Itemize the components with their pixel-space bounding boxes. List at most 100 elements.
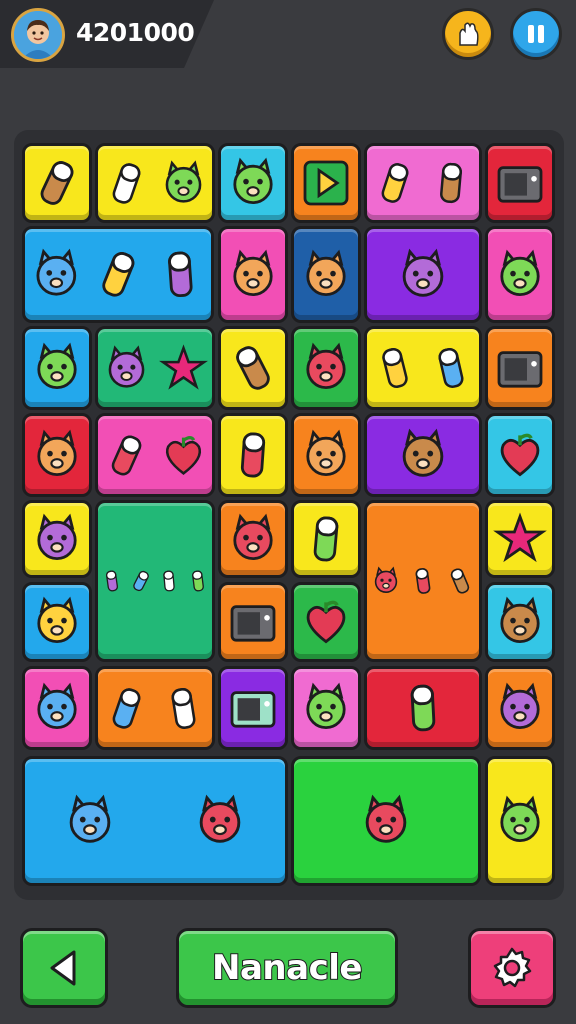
- tile-glove-ghost-yellow[interactable]: [95, 143, 215, 223]
- player-avatar[interactable]: [11, 8, 65, 62]
- lion-icon: [233, 513, 273, 560]
- tile-ghost-magenta[interactable]: [485, 226, 555, 323]
- puzzle-icon: [306, 429, 346, 476]
- glove-icon: [112, 162, 141, 204]
- tile-dog-blue[interactable]: [22, 326, 92, 410]
- tile-tools-teal[interactable]: [95, 500, 215, 662]
- bird-icon: [306, 249, 346, 296]
- octopus-icon: [233, 157, 273, 204]
- cactus-icon: [111, 435, 142, 475]
- tile-bottles-pink[interactable]: [364, 143, 482, 223]
- star-icon: [493, 512, 547, 563]
- skull-crossbones-icon: [402, 248, 444, 297]
- fork-icon: [101, 252, 135, 297]
- main-action-label: Nanacle: [211, 947, 363, 989]
- tile-icecream-red[interactable]: [364, 666, 482, 750]
- tile-pig-yellow[interactable]: [485, 756, 555, 886]
- tile-fish-purple[interactable]: [364, 413, 482, 497]
- tile-cat-tools-blue[interactable]: [22, 226, 214, 323]
- cat-icon: [37, 682, 77, 729]
- tile-goat-lime[interactable]: [291, 756, 481, 886]
- tile-pills-yellow[interactable]: [364, 326, 482, 410]
- avatar-icon: [14, 11, 62, 59]
- star-icon: [159, 343, 208, 390]
- tile-shapes-teal[interactable]: [95, 326, 215, 410]
- axe-icon: [163, 570, 175, 592]
- capsule-icon: [191, 570, 204, 592]
- tile-bunny-red[interactable]: [22, 413, 92, 497]
- fish-icon: [402, 428, 444, 477]
- candy-icon: [438, 348, 464, 388]
- apple-icon: [500, 433, 540, 477]
- tile-fan-yellow[interactable]: [22, 143, 92, 223]
- pause-icon: [528, 25, 544, 43]
- tile-skull-purple[interactable]: [364, 226, 482, 323]
- score-counter: 4201000: [76, 18, 195, 47]
- tile-controller-orange[interactable]: [485, 666, 555, 750]
- main-action-button[interactable]: Nanacle: [176, 928, 398, 1008]
- tile-cat-magenta[interactable]: [22, 666, 92, 750]
- tile-boy-blue[interactable]: [22, 582, 92, 662]
- fan-icon: [40, 161, 74, 205]
- ghost-icon: [500, 249, 540, 296]
- spray-bottle-icon: [381, 163, 409, 203]
- controller-icon: [500, 682, 540, 729]
- tile-shield-yellow[interactable]: [218, 413, 288, 497]
- bunny-icon: [37, 429, 77, 476]
- tile-suitcase-orange[interactable]: [218, 582, 288, 662]
- ghost-icon: [165, 159, 202, 203]
- horse-icon: [199, 794, 241, 843]
- settings-button[interactable]: [468, 928, 556, 1008]
- icecream-icon: [410, 684, 436, 732]
- whale-icon: [374, 566, 397, 593]
- tile-bear-yellow[interactable]: [22, 500, 92, 578]
- play-icon: [303, 160, 349, 206]
- radio-icon: [497, 166, 543, 203]
- tile-needle-orange[interactable]: [95, 666, 215, 750]
- bear-icon: [37, 513, 77, 560]
- tile-radio-red[interactable]: [485, 143, 555, 223]
- boot-icon: [313, 516, 339, 562]
- dog-icon: [37, 342, 77, 389]
- battery-icon: [440, 162, 462, 204]
- tile-boot-yellow[interactable]: [291, 500, 361, 578]
- tile-face-green[interactable]: [291, 326, 361, 410]
- tile-phone-purple[interactable]: [218, 666, 288, 750]
- trowel-icon: [171, 687, 196, 729]
- tile-heart-green[interactable]: [291, 582, 361, 662]
- cat-icon: [36, 248, 76, 296]
- tile-bird-navy[interactable]: [291, 226, 361, 323]
- tile-alien-cyan[interactable]: [485, 582, 555, 662]
- tile-microwave-orange[interactable]: [485, 326, 555, 410]
- phone-icon: [230, 691, 276, 728]
- seven-icon: [132, 570, 149, 592]
- arrow-left-icon: [50, 950, 76, 986]
- tile-apple-cyan[interactable]: [485, 413, 555, 497]
- hook-icon: [106, 570, 119, 592]
- tile-monkey-pink[interactable]: [291, 666, 361, 750]
- avocado-icon: [108, 344, 145, 388]
- tile-frog-magenta[interactable]: [218, 226, 288, 323]
- pause-button[interactable]: [510, 8, 562, 60]
- tile-cup-yellow[interactable]: [218, 326, 288, 410]
- tile-puzzle-orange[interactable]: [291, 413, 361, 497]
- tile-star-yellow[interactable]: [485, 500, 555, 578]
- microwave-icon: [497, 351, 543, 388]
- tile-plants-magenta[interactable]: [95, 413, 215, 497]
- tile-giraffe-horse-blue[interactable]: [22, 756, 288, 886]
- alien-icon: [500, 596, 540, 643]
- tile-octopus-cyan[interactable]: [218, 143, 288, 223]
- tile-lion-orange[interactable]: [218, 500, 288, 578]
- flask-icon: [415, 568, 431, 594]
- tile-whale-orange[interactable]: [364, 500, 482, 662]
- gear-icon: [493, 947, 532, 988]
- pen-icon: [112, 687, 141, 729]
- strawberry-icon: [165, 435, 202, 475]
- face-icon: [306, 342, 346, 389]
- sock-icon: [69, 794, 111, 843]
- tile-play-orange[interactable]: [291, 143, 361, 223]
- boost-button[interactable]: [442, 8, 494, 60]
- cup-icon: [236, 346, 270, 390]
- lollipop-icon: [167, 251, 193, 298]
- back-button[interactable]: [20, 928, 108, 1008]
